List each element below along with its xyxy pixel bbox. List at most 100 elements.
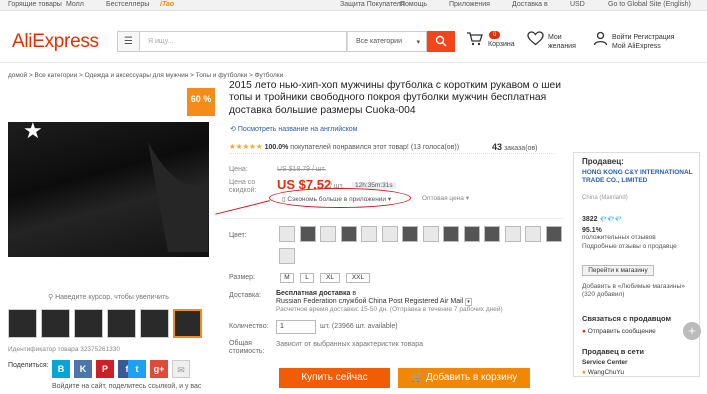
size-option-l[interactable]: L [300,273,314,283]
rating-row: ★★★★★ 100.0% покупателей понравился этот… [229,142,554,154]
cart-count-badge: 0 [489,31,501,39]
breadcrumb[interactable]: домой > Все категории > Одежда и аксессу… [8,72,283,79]
product-id: Идентификатор товара 32375261330 [8,346,120,353]
cart-icon[interactable] [466,31,483,49]
buy-now-button[interactable]: Купить сейчас [279,368,390,388]
mall-link[interactable]: Молл [66,1,84,8]
size-option-m[interactable]: M [280,273,294,283]
main-product-image[interactable]: ★ [8,118,209,257]
pinterest-share-icon[interactable]: P [96,360,114,378]
cart-label[interactable]: Корзина [488,40,515,49]
ship-to-link[interactable]: Доставка в [512,1,548,8]
seller-name-link[interactable]: HONG KONG C&Y INTERNATIONAL TRADE CO., L… [582,169,700,185]
seller-panel: Продавец: HONG KONG C&Y INTERNATIONAL TR… [573,152,700,377]
color-swatch[interactable] [381,226,398,242]
translate-title-link[interactable]: ⟲ Посмотреть название на английском [230,125,358,133]
search-icon [435,35,447,47]
color-swatch[interactable] [484,226,500,242]
color-swatch[interactable] [340,226,357,242]
visit-store-button[interactable]: Перейти к магазину [582,265,654,276]
account-links[interactable]: Войти Регистрация Мой AliExpress [612,33,674,51]
user-icon[interactable] [593,31,608,49]
color-swatch[interactable] [463,226,480,242]
buyer-protection-link[interactable]: Защита Покупателя [340,1,405,8]
rating-text[interactable]: покупателей понравился этот товар! (13 г… [290,144,459,151]
vk-share-icon[interactable]: B [52,360,70,378]
color-swatch[interactable] [504,226,521,242]
product-thumbnail[interactable] [41,309,70,338]
product-thumbnail[interactable] [140,309,169,338]
send-message-link[interactable]: ● Отправить сообщение [582,328,656,336]
divider [222,218,564,219]
color-swatch[interactable] [443,226,459,242]
seller-person-name: WangChuYu [587,369,625,376]
discount-badge: 60 % [187,88,215,116]
add-icon[interactable]: + [683,322,701,340]
orders-label: заказа(ов) [503,145,538,152]
hot-deals-link[interactable]: Горящие товары [8,1,62,8]
seller-feedback-link[interactable]: Подробные отзывы о продавце [582,243,682,251]
sign-in-register[interactable]: Войти Регистрация [612,34,674,41]
add-to-cart-label: Добавить в корзину [425,372,518,383]
quantity-input[interactable]: 1 [276,320,316,334]
total-price-label: Общая стоимость: [229,340,264,356]
my-aliexpress-link[interactable]: Мой AliExpress [612,43,661,50]
product-thumbnail[interactable] [8,309,37,338]
shipping-destination[interactable]: Russian Federation службой China Post Re… [276,298,463,305]
color-swatch[interactable] [525,226,541,242]
categories-menu-button[interactable]: ☰ [117,31,139,52]
color-swatch[interactable] [422,226,439,242]
discount-price-label: Цена со скидкой: [229,179,256,195]
currency-select[interactable]: USD [570,1,585,8]
heart-icon[interactable] [527,31,544,49]
product-thumbnail[interactable] [107,309,136,338]
share-promo-text[interactable]: Войдите на сайт, поделитесь ссылкой, и у… [52,383,201,390]
zoom-hint-text: Наведите курсор, чтобы увеличить [55,294,169,301]
seller-positive-label: положительных отзывов [582,234,656,241]
search-category-select[interactable]: Все категории ▾ [347,31,427,52]
color-swatch[interactable] [402,226,418,242]
hamburger-icon: ☰ [124,36,133,47]
global-site-link[interactable]: Go to Global Site (English) [608,1,691,8]
wholesale-price-link[interactable]: Оптовая цена ▾ [422,194,469,202]
free-shipping: Бесплатная доставка [276,290,351,297]
color-swatch[interactable] [279,226,295,242]
translate-link-text: Посмотреть название на английском [237,126,358,133]
bestsellers-link[interactable]: Бестселлеры [106,1,149,8]
itao-logo[interactable]: iTao [160,1,174,8]
quantity-availability: шт. (23966 шт. available) [320,323,398,330]
add-to-cart-button[interactable]: 🛒 Добавить в корзину [398,368,530,388]
add-favorite-store-link[interactable]: Добавить в «Любимые магазины» (320 добав… [582,283,696,299]
color-swatch[interactable] [320,226,336,242]
color-swatch[interactable] [279,248,295,264]
chevron-down-icon[interactable]: ▾ [465,298,472,306]
color-swatch[interactable] [545,226,562,242]
product-title: 2015 лето нью-хип-хоп мужчины футболка с… [229,80,561,116]
apps-link[interactable]: Приложения [449,1,490,8]
product-thumbnail[interactable] [173,309,202,338]
twitter-share-icon[interactable]: t [128,360,146,378]
share-label: Поделиться: [8,362,49,369]
size-option-xxl[interactable]: XXL [346,273,370,283]
search-button[interactable] [427,31,455,52]
chevron-down-icon: ▾ [465,195,469,202]
product-thumbnail[interactable] [74,309,103,338]
red-annotation-circle [269,188,411,208]
aliexpress-logo[interactable]: AliExpress [12,31,99,53]
email-share-icon[interactable]: ✉ [172,360,190,378]
discount-label-line2: скидкой: [229,187,257,194]
wishlist-link[interactable]: Мои желания [548,33,576,51]
size-option-xl[interactable]: XL [320,273,340,283]
seller-online-heading: Продавец в сети [582,347,644,356]
zoom-hint: ⚲ Наведите курсор, чтобы увеличить [48,293,169,301]
seller-contact-person[interactable]: ● WangChuYu [582,369,624,377]
search-input[interactable]: Я ищу... [139,31,347,52]
vkontakte-share-icon[interactable]: K [74,360,92,378]
top-bar: Горящие товары Молл Бестселлеры iTao Защ… [0,0,707,11]
color-label: Цвет: [229,232,247,239]
seller-country: China (Mainland) [582,195,628,201]
help-link[interactable]: Помощь [400,1,427,8]
google-plus-share-icon[interactable]: g+ [150,360,168,378]
color-swatch[interactable] [299,226,316,242]
color-swatch[interactable] [361,226,377,242]
